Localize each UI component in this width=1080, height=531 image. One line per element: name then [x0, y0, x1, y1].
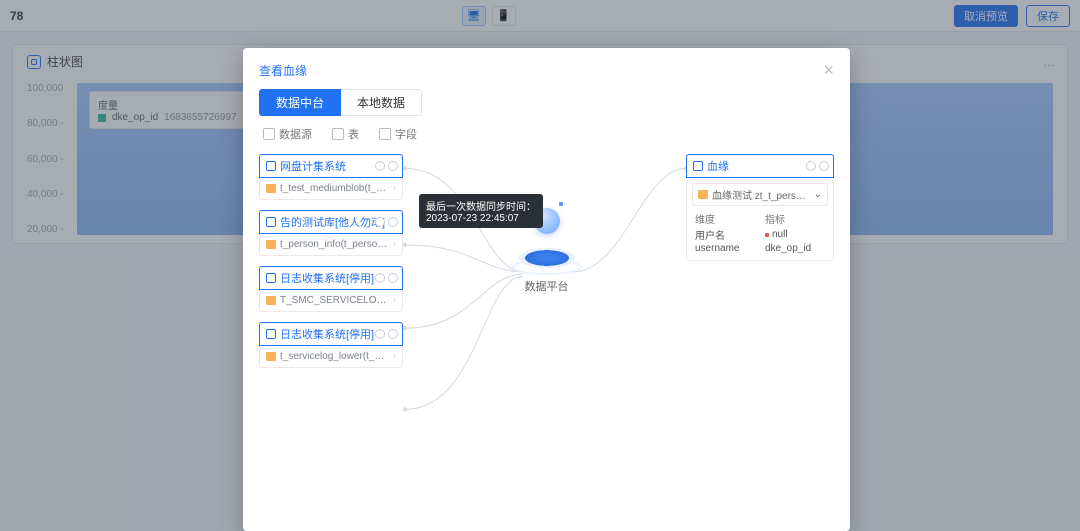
target-node[interactable]: 血缘 血缘测试 zt_t_person_info ⌄ 维度 指标 用户名 nul…: [686, 154, 834, 261]
filter-label: 字段: [395, 126, 417, 142]
field-icon: [379, 128, 391, 140]
info-icon[interactable]: [375, 161, 385, 171]
target-select[interactable]: 血缘测试 zt_t_person_info ⌄: [692, 183, 828, 206]
datasource-icon: [693, 161, 703, 171]
field-table: 维度 指标 用户名 null username dke_op_id: [687, 206, 833, 260]
null-icon: [765, 233, 769, 237]
col-met-head: 指标: [765, 211, 825, 226]
table-name: t_servicelog_lower(t_servicelog_lo: [280, 351, 389, 362]
filter-datasource[interactable]: 数据源: [263, 126, 312, 142]
target-column: 血缘 血缘测试 zt_t_person_info ⌄ 维度 指标 用户名 nul…: [686, 154, 834, 261]
modal-tabs: 数据中台 本地数据: [243, 89, 850, 116]
sync-time-tooltip: 最后一次数据同步时间： 2023-07-23 22:45:07: [419, 194, 543, 228]
datasource-icon: [266, 329, 276, 339]
chevron-down-icon: ⌄: [814, 189, 822, 200]
datasource-icon: [266, 217, 276, 227]
datasource-icon: [266, 273, 276, 283]
table-name: t_test_mediumblob(t_test_mediumblob): [280, 183, 389, 194]
expand-icon[interactable]: [819, 161, 829, 171]
close-icon[interactable]: ×: [823, 60, 834, 81]
chevron-right-icon[interactable]: ›: [393, 351, 396, 362]
chevron-right-icon[interactable]: ›: [393, 183, 396, 194]
table-icon: [266, 240, 276, 249]
dim-cell: 用户名: [695, 227, 755, 242]
platform-label: 数据平台: [525, 278, 569, 294]
col-dim-head: 维度: [695, 211, 755, 226]
filter-field[interactable]: 字段: [379, 126, 417, 142]
expand-icon[interactable]: [388, 329, 398, 339]
tooltip-line: 2023-07-23 22:45:07: [426, 213, 536, 224]
filter-label: 表: [348, 126, 359, 142]
tooltip-line: 最后一次数据同步时间：: [426, 198, 536, 213]
chevron-right-icon[interactable]: ›: [393, 239, 396, 250]
source-column: 网盘计集系统 t_test_mediumblob(t_test_mediumbl…: [259, 154, 403, 368]
target-table: 血缘测试 zt_t_person_info: [712, 187, 810, 202]
filter-row: 数据源 表 字段: [243, 116, 850, 148]
info-icon[interactable]: [806, 161, 816, 171]
source-node[interactable]: 日志收集系统[停用] t_servicelog_lower(t_servicel…: [259, 322, 403, 368]
source-node[interactable]: 日志收集系统[停用] T_SMC_SERVICELOG_HISTORY(T_SM…: [259, 266, 403, 312]
table-icon: [266, 352, 276, 361]
info-icon[interactable]: [375, 329, 385, 339]
filter-table[interactable]: 表: [332, 126, 359, 142]
source-node[interactable]: 告的测试库[他人勿动] t_person_info(t_person_info)…: [259, 210, 403, 256]
filter-label: 数据源: [279, 126, 312, 142]
modal-title: 查看血缘: [259, 62, 307, 79]
datasource-icon: [266, 161, 276, 171]
chevron-right-icon[interactable]: ›: [393, 295, 396, 306]
table-name: T_SMC_SERVICELOG_HISTORY(T_SMC_SERVICELO…: [280, 295, 389, 306]
met-cell: dke_op_id: [765, 243, 825, 254]
table-icon: [332, 128, 344, 140]
source-node[interactable]: 网盘计集系统 t_test_mediumblob(t_test_mediumbl…: [259, 154, 403, 200]
info-icon[interactable]: [375, 217, 385, 227]
expand-icon[interactable]: [388, 161, 398, 171]
lineage-canvas[interactable]: 最后一次数据同步时间： 2023-07-23 22:45:07 网盘计集系统 t…: [243, 148, 850, 531]
expand-icon[interactable]: [388, 217, 398, 227]
lineage-modal: 查看血缘 × 数据中台 本地数据 数据源 表 字段: [243, 48, 850, 531]
dim-cell: username: [695, 243, 755, 254]
tab-midplatform[interactable]: 数据中台: [259, 89, 341, 116]
table-icon: [698, 190, 708, 199]
met-cell: null: [765, 227, 825, 242]
table-icon: [266, 184, 276, 193]
tab-local[interactable]: 本地数据: [341, 89, 422, 116]
expand-icon[interactable]: [388, 273, 398, 283]
table-icon: [266, 296, 276, 305]
table-name: t_person_info(t_person_info): [280, 239, 389, 250]
modal-header: 查看血缘 ×: [243, 48, 850, 89]
datasource-icon: [263, 128, 275, 140]
info-icon[interactable]: [375, 273, 385, 283]
